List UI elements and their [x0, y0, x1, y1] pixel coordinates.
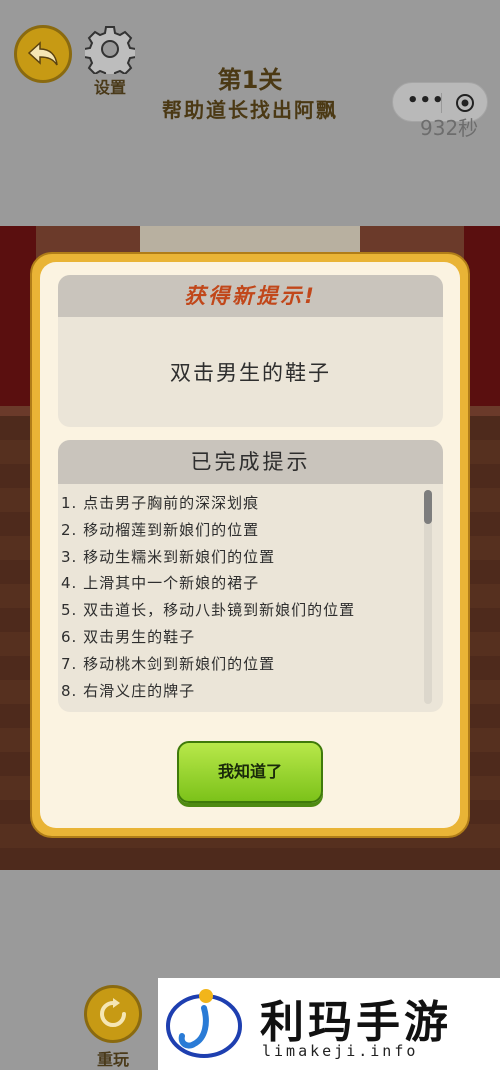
scroll-thumb[interactable] — [424, 490, 432, 524]
new-hint-title: 获得新提示! — [58, 275, 443, 317]
new-hint-card: 获得新提示! 双击男生的鞋子 — [58, 275, 443, 427]
new-hint-text: 双击男生的鞋子 — [170, 361, 331, 385]
settings-button[interactable]: 设置 — [82, 24, 138, 98]
scrollbar[interactable] — [424, 490, 432, 704]
list-item: 8. 右滑义庄的牌子 — [61, 681, 196, 700]
list-item: 3. 移动生糯米到新娘们的位置 — [61, 547, 276, 566]
back-arrow-icon — [27, 41, 58, 66]
capsule-divider — [441, 93, 442, 113]
replay-icon — [100, 998, 126, 1027]
list-item: 5. 双击道长，移动八卦镜到新娘们的位置 — [61, 601, 356, 620]
level-title: 第1关 — [217, 66, 283, 94]
replay-label: 重玩 — [96, 1050, 129, 1069]
list-item: 7. 移动桃木剑到新娘们的位置 — [61, 654, 276, 673]
level-subtitle: 帮助道长找出阿飘 — [162, 98, 338, 122]
watermark-banner: 利玛手游 limakeji.info — [158, 978, 500, 1070]
completed-hints-title: 已完成提示 — [58, 440, 443, 484]
list-item: 2. 移动榴莲到新娘们的位置 — [61, 520, 260, 539]
list-item: 6. 双击男生的鞋子 — [61, 627, 196, 646]
watermark-logo — [166, 989, 242, 1058]
completed-hints-list[interactable]: 1. 点击男子胸前的深深划痕 2. 移动榴莲到新娘们的位置 3. 移动生糯米到新… — [58, 490, 418, 704]
watermark-url: limakeji.info — [262, 1042, 419, 1060]
replay-button[interactable] — [84, 985, 142, 1043]
completed-hints-card: 已完成提示 1. 点击男子胸前的深深划痕 2. 移动榴莲到新娘们的位置 3. 移… — [58, 440, 443, 712]
more-menu-icon[interactable]: ••• — [407, 90, 445, 111]
list-item: 1. 点击男子胸前的深深划痕 — [61, 494, 260, 512]
back-button[interactable] — [14, 25, 72, 83]
got-it-button[interactable]: 我知道了 — [177, 741, 323, 803]
watermark-title: 利玛手游 — [260, 997, 452, 1048]
countdown-timer: 932秒 — [420, 116, 479, 140]
gear-icon — [85, 26, 135, 74]
list-item: 4. 上滑其中一个新娘的裙子 — [61, 574, 260, 593]
close-target-icon[interactable] — [455, 93, 475, 113]
